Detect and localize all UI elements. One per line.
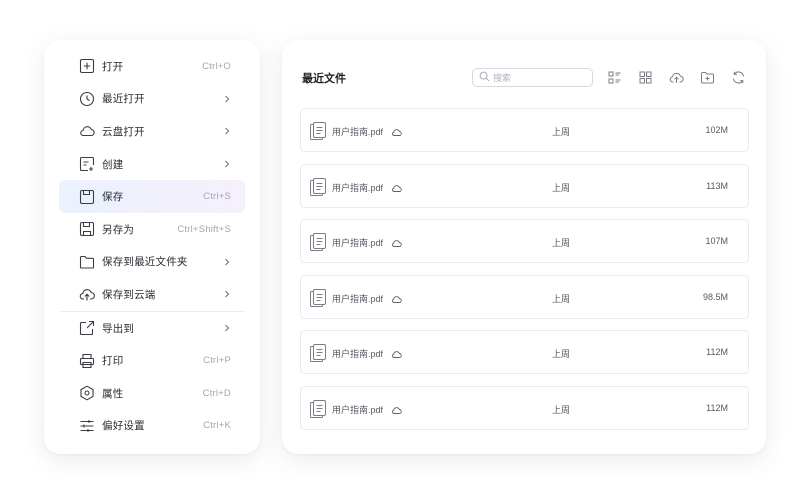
upload-cloud-icon[interactable]: [669, 70, 685, 86]
shortcut-label: Ctrl+O: [202, 60, 231, 72]
menu-item-save-to-cloud[interactable]: 保存到云端: [59, 278, 245, 311]
save-icon: [79, 189, 95, 205]
file-modified: 上周: [552, 294, 571, 304]
view-toolbar: [607, 70, 762, 86]
file-row[interactable]: 用户指南.pdf 上周 107M: [300, 219, 749, 263]
menu-item-save[interactable]: 保存 Ctrl+S: [59, 180, 245, 213]
menu-item-label: 保存到最近文件夹: [102, 256, 188, 269]
file-modified: 上周: [552, 349, 571, 359]
menu-item-label: 保存到云端: [102, 288, 156, 301]
file-modified: 上周: [552, 183, 571, 193]
chevron-right-icon: [223, 290, 231, 298]
cloud-status-icon: [391, 403, 402, 414]
file-size: 112M: [706, 347, 728, 357]
shortcut-label: Ctrl+P: [203, 355, 231, 367]
file-modified: 上周: [552, 238, 571, 248]
document-icon: [309, 121, 327, 141]
printer-icon: [79, 353, 95, 369]
plus-square-icon: [79, 58, 95, 74]
menu-item-label: 云盘打开: [102, 125, 145, 138]
cloud-upload-icon: [79, 286, 95, 302]
file-menu-panel: 打开 Ctrl+O 最近打开 云盘打开 创建 保存 Ctrl+S 另存为 Ctr…: [44, 40, 260, 454]
file-size: 107M: [705, 236, 728, 246]
file-modified: 上周: [552, 405, 571, 415]
document-icon: [309, 399, 327, 419]
menu-item-open[interactable]: 打开 Ctrl+O: [59, 50, 245, 83]
chevron-right-icon: [223, 324, 231, 332]
export-icon: [79, 320, 95, 336]
file-size: 112M: [706, 403, 728, 413]
file-name: 用户指南.pdf: [332, 405, 384, 415]
shortcut-label: Ctrl+Shift+S: [177, 223, 231, 235]
file-row[interactable]: 用户指南.pdf 上周 113M: [300, 164, 749, 208]
cloud-icon: [79, 123, 95, 139]
cloud-status-icon: [391, 292, 402, 303]
menu-item-label: 导出到: [102, 322, 135, 335]
menu-item-label: 另存为: [102, 223, 135, 236]
new-folder-icon[interactable]: [700, 70, 716, 86]
menu-item-label: 保存: [102, 191, 124, 204]
create-doc-icon: [79, 156, 95, 172]
menu-item-label: 创建: [102, 158, 124, 171]
chevron-right-icon: [223, 160, 231, 168]
file-name: 用户指南.pdf: [332, 127, 384, 137]
file-row[interactable]: 用户指南.pdf 上周 112M: [300, 330, 749, 374]
menu-item-save-as[interactable]: 另存为 Ctrl+Shift+S: [59, 213, 245, 246]
file-name: 用户指南.pdf: [332, 349, 384, 359]
menu-item-recent[interactable]: 最近打开: [59, 83, 245, 116]
search-box[interactable]: [472, 68, 593, 87]
sliders-icon: [79, 418, 95, 434]
menu-item-cloud-open[interactable]: 云盘打开: [59, 115, 245, 148]
recent-files-panel: 最近文件 用户指南.pdf 上周 102M 用户指南.pdf: [282, 40, 766, 454]
properties-icon: [79, 385, 95, 401]
file-size: 98.5M: [702, 292, 728, 302]
save-as-icon: [79, 221, 95, 237]
search-icon: [479, 69, 493, 87]
shortcut-label: Ctrl+S: [203, 191, 231, 203]
list-view-icon[interactable]: [607, 70, 623, 86]
shortcut-label: Ctrl+D: [202, 387, 231, 399]
file-row[interactable]: 用户指南.pdf 上周 102M: [300, 108, 749, 152]
file-size: 113M: [706, 181, 728, 191]
menu-item-preferences[interactable]: 偏好设置 Ctrl+K: [59, 410, 245, 443]
grid-view-icon[interactable]: [638, 70, 654, 86]
shortcut-label: Ctrl+K: [203, 420, 231, 432]
document-icon: [309, 177, 327, 197]
menu-item-save-to-recent-folder[interactable]: 保存到最近文件夹: [59, 246, 245, 279]
menu-item-print[interactable]: 打印 Ctrl+P: [59, 344, 245, 377]
clock-icon: [79, 91, 95, 107]
document-icon: [309, 232, 327, 252]
document-icon: [309, 288, 327, 308]
menu-item-label: 属性: [102, 387, 124, 400]
cloud-status-icon: [391, 347, 402, 358]
chevron-right-icon: [223, 95, 231, 103]
file-name: 用户指南.pdf: [332, 238, 384, 248]
file-name: 用户指南.pdf: [332, 183, 384, 193]
file-modified: 上周: [552, 127, 571, 137]
file-name: 用户指南.pdf: [332, 294, 384, 304]
menu-item-export[interactable]: 导出到: [59, 312, 245, 345]
panel-title: 最近文件: [302, 73, 346, 85]
menu-item-properties[interactable]: 属性 Ctrl+D: [59, 377, 245, 410]
cloud-status-icon: [391, 181, 402, 192]
folder-icon: [79, 254, 95, 270]
chevron-right-icon: [223, 258, 231, 266]
document-icon: [309, 343, 327, 363]
cloud-status-icon: [391, 125, 402, 136]
file-row[interactable]: 用户指南.pdf 上周 98.5M: [300, 275, 749, 319]
menu-item-label: 打印: [102, 355, 124, 368]
menu-item-label: 打开: [102, 60, 124, 73]
file-row[interactable]: 用户指南.pdf 上周 112M: [300, 386, 749, 430]
refresh-icon[interactable]: [731, 70, 747, 86]
search-input[interactable]: [493, 72, 583, 83]
menu-item-label: 最近打开: [102, 93, 145, 106]
cloud-status-icon: [391, 236, 402, 247]
menu-item-create[interactable]: 创建: [59, 148, 245, 181]
menu-item-label: 偏好设置: [102, 420, 145, 433]
file-size: 102M: [705, 125, 728, 135]
chevron-right-icon: [223, 127, 231, 135]
